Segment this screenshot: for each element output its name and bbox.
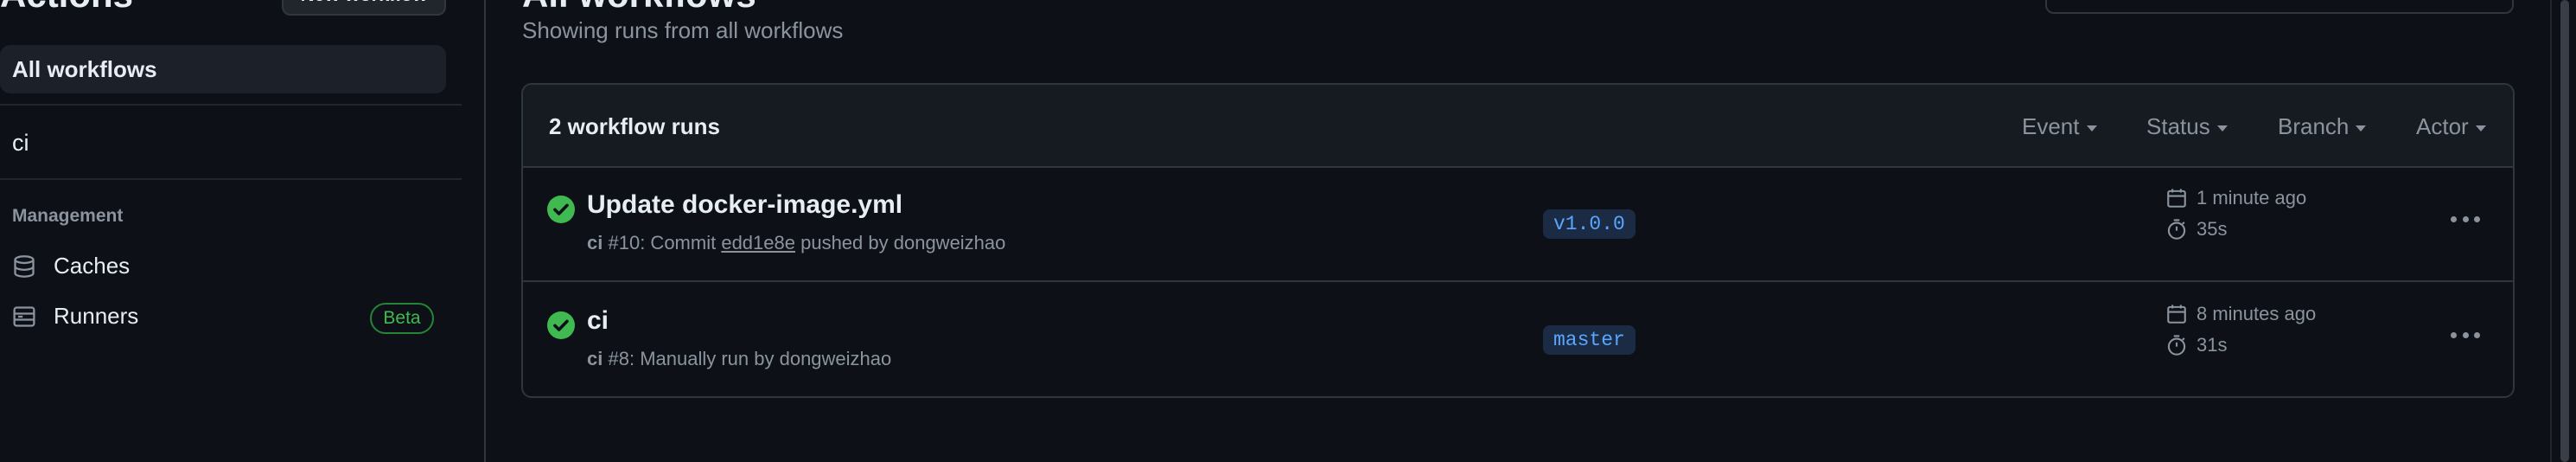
sidebar-item-runners[interactable]: Runners: [12, 303, 138, 330]
divider: [0, 178, 462, 180]
filter-label: Actor: [2416, 113, 2469, 139]
branch-label[interactable]: master: [1543, 325, 1636, 355]
run-time: 8 minutes ago: [2165, 303, 2316, 325]
more-options-icon[interactable]: [2451, 215, 2480, 223]
sidebar-item-caches[interactable]: Caches: [12, 253, 130, 279]
run-duration: 35s: [2165, 218, 2227, 241]
calendar-icon: [2167, 305, 2186, 324]
run-title-link[interactable]: ci: [587, 306, 609, 336]
runs-count: 2 workflow runs: [549, 113, 720, 139]
filter-label: Branch: [2278, 113, 2350, 139]
branch-label[interactable]: v1.0.0: [1543, 209, 1636, 239]
server-icon: [13, 305, 35, 327]
check-circle-icon: [547, 311, 575, 339]
run-time: 1 minute ago: [2165, 187, 2306, 209]
run-time-text: 1 minute ago: [2197, 187, 2307, 209]
status-filter-dropdown[interactable]: Status: [2146, 113, 2228, 140]
workflow-runs-panel: 2 workflow runs Event Status Branch Acto…: [521, 83, 2515, 398]
filter-label: Event: [2022, 113, 2080, 139]
filter-label: Status: [2146, 113, 2210, 139]
run-workflow-name: ci: [587, 232, 603, 253]
run-duration: 31s: [2165, 334, 2227, 356]
sidebar-item-ci[interactable]: ci: [12, 130, 29, 157]
run-meta-suffix: pushed by dongweizhao: [794, 232, 1006, 253]
caret-down-icon: [2086, 125, 2097, 132]
sidebar-title: Actions: [0, 0, 133, 16]
new-workflow-button[interactable]: New workflow: [282, 0, 446, 16]
caret-down-icon: [2216, 125, 2228, 132]
divider: [0, 104, 462, 106]
stopwatch-icon: [2167, 335, 2186, 356]
run-meta-prefix: : Commit: [640, 232, 722, 253]
stopwatch-icon: [2167, 219, 2186, 240]
event-filter-dropdown[interactable]: Event: [2022, 113, 2097, 140]
run-meta: ci #8: Manually run by dongweizhao: [587, 348, 891, 370]
run-number: #10: [608, 232, 641, 253]
commit-link[interactable]: edd1e8e: [721, 232, 795, 253]
sidebar-item-all-workflows[interactable]: All workflows: [0, 45, 446, 93]
sidebar: Actions New workflow All workflows ci Ma…: [0, 0, 486, 462]
scrollbar-thumb[interactable]: [2560, 0, 2569, 462]
run-workflow-name: ci: [587, 348, 603, 369]
sidebar-item-label: Caches: [54, 253, 131, 279]
workflow-run-row: ci ci #8: Manually run by dongweizhao ma…: [523, 284, 2513, 396]
workflow-run-row: Update docker-image.yml ci #10: Commit e…: [523, 168, 2513, 282]
run-duration-text: 35s: [2197, 218, 2228, 240]
run-duration-text: 31s: [2197, 334, 2228, 356]
database-icon: [14, 254, 35, 278]
run-title-link[interactable]: Update docker-image.yml: [587, 190, 902, 220]
runs-panel-header: 2 workflow runs Event Status Branch Acto…: [523, 85, 2513, 168]
branch-filter-dropdown[interactable]: Branch: [2278, 113, 2367, 140]
page-subtitle: Showing runs from all workflows: [522, 17, 844, 43]
beta-badge: Beta: [370, 303, 434, 334]
run-time-text: 8 minutes ago: [2197, 303, 2317, 324]
caret-down-icon: [2475, 125, 2486, 132]
more-options-icon[interactable]: [2451, 330, 2480, 339]
caret-down-icon: [2356, 125, 2367, 132]
actor-filter-dropdown[interactable]: Actor: [2416, 113, 2486, 140]
management-heading: Management: [12, 206, 124, 226]
check-circle-icon: [547, 196, 575, 223]
page-title: All workflows: [522, 0, 756, 16]
filter-runs-input[interactable]: [2045, 0, 2514, 14]
run-meta: ci #10: Commit edd1e8e pushed by dongwei…: [587, 232, 1005, 254]
calendar-icon: [2167, 189, 2186, 208]
run-meta-prefix: : Manually run by dongweizhao: [628, 348, 892, 369]
sidebar-item-label: Runners: [54, 303, 139, 329]
run-number: #8: [608, 348, 629, 369]
